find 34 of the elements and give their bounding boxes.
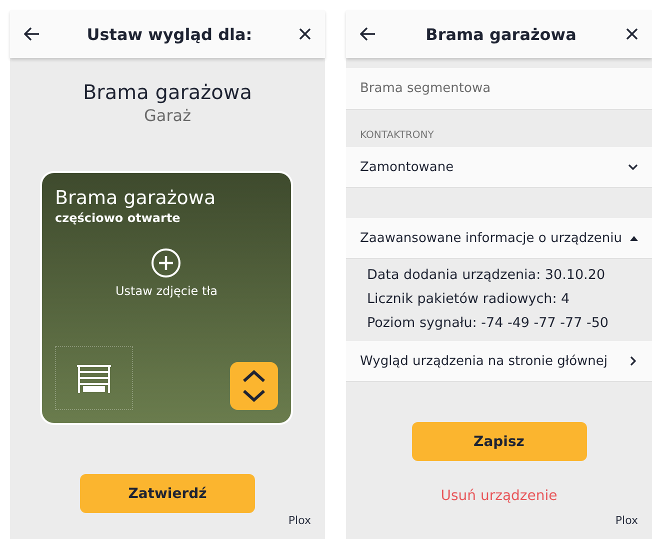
- device-name: Brama garażowa: [82, 80, 252, 104]
- garage-icon: [75, 362, 113, 394]
- section-label: KONTAKTRONY: [359, 129, 435, 143]
- info-line: Licznik pakietów radiowych: 4: [367, 291, 571, 307]
- close-button[interactable]: [298, 28, 311, 40]
- brand-label: Plox: [615, 514, 638, 527]
- close-icon: [626, 28, 638, 40]
- chevron-down-icon: [628, 162, 638, 172]
- back-arrow-icon: [360, 27, 376, 41]
- info-line: Poziom sygnału: -74 -49 -77 -77 -50: [367, 315, 610, 331]
- navigation-row[interactable]: Wygląd urządzenia na stronie głównej: [346, 341, 652, 382]
- field-value: Brama segmentowa: [346, 68, 652, 110]
- close-button[interactable]: [626, 28, 638, 40]
- caret-up-icon: [630, 236, 638, 240]
- room-name: Garaż: [144, 106, 191, 125]
- back-button[interactable]: [24, 27, 40, 41]
- select-field[interactable]: Zamontowane: [346, 147, 652, 188]
- save-button[interactable]: Zapisz: [412, 422, 586, 461]
- back-arrow-icon: [24, 27, 40, 41]
- expandable-row[interactable]: Zaawansowane informacje o urządzeniu: [346, 218, 652, 259]
- screen-title: Ustaw wygląd dla:: [86, 24, 252, 44]
- icon-switch-button[interactable]: [230, 362, 278, 410]
- up-down-arrows-icon: [241, 368, 267, 404]
- screen-title: Brama garażowa: [426, 24, 576, 44]
- set-background-button[interactable]: Ustaw zdjęcie tła: [110, 247, 224, 299]
- confirm-button[interactable]: Zatwierdź: [80, 474, 255, 513]
- info-line: Data dodania urządzenia: 30.10.20: [367, 267, 606, 283]
- close-icon: [298, 28, 311, 40]
- brand-label: Plox: [288, 514, 311, 527]
- device-status: częściowo otwarte: [55, 211, 182, 225]
- card-device-name: Brama garażowa: [55, 187, 217, 209]
- back-button[interactable]: [360, 27, 376, 41]
- plus-circle-icon: [151, 248, 182, 278]
- chevron-right-icon: [628, 356, 638, 366]
